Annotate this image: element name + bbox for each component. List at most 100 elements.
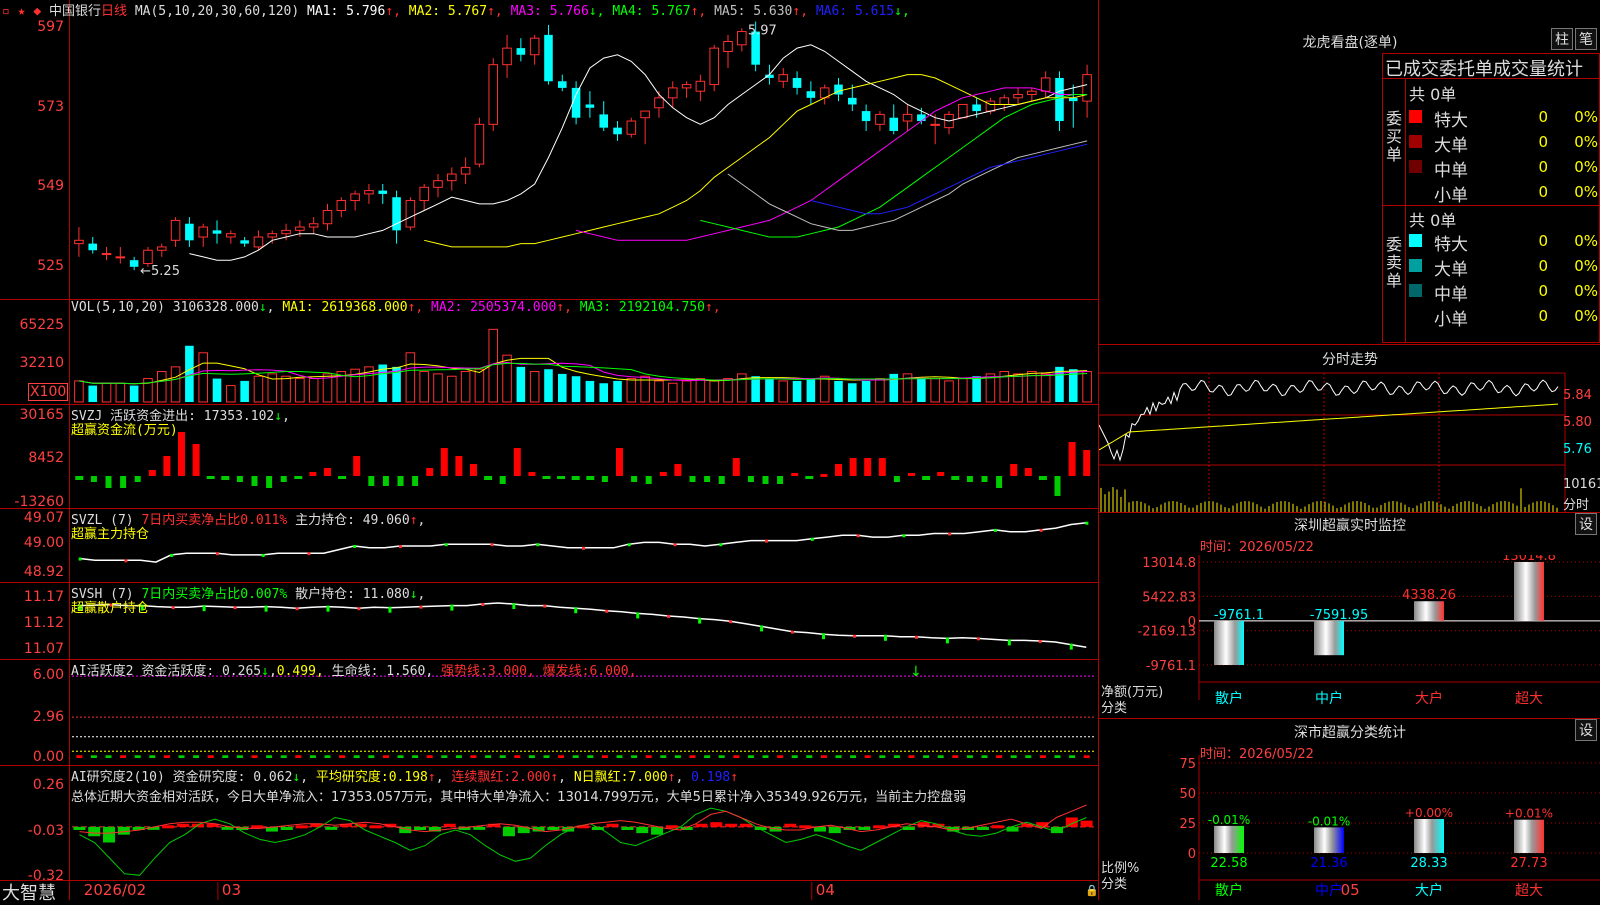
sz-class-cat-0: 散户 xyxy=(1215,882,1243,899)
ai-active-bar xyxy=(616,755,623,758)
sz-monitor-tick-1: 5422.83 xyxy=(1142,590,1196,605)
candle-body xyxy=(198,226,208,238)
candle-body xyxy=(378,190,388,194)
ai-active-bar xyxy=(791,755,798,758)
svzj-bar xyxy=(805,476,814,479)
vol-bar xyxy=(1013,373,1023,403)
ai-active-bar xyxy=(266,755,273,758)
ai-active-bar xyxy=(762,755,769,758)
ai-research-header: AI研究度2(10) 资金研究度: 0.062↓, 平均研究度:0.198↑, … xyxy=(71,770,739,785)
ai-research-bar xyxy=(1080,820,1093,827)
svsh-marker xyxy=(202,605,206,612)
svzj-bar xyxy=(163,456,171,476)
sz-monitor-chart: 13014.85422.830-2169.13-9761.1-9761.1散户-… xyxy=(1138,555,1600,707)
svsh-marker xyxy=(1038,639,1042,643)
vol-bar xyxy=(834,380,843,402)
svzj-bar xyxy=(192,444,200,476)
vol-arrow: ↓ xyxy=(258,300,267,315)
sz-monitor-bar-2 xyxy=(1414,601,1444,621)
sz-monitor-cat-0: 散户 xyxy=(1215,690,1243,707)
ai-active-title: AI活跃度2 xyxy=(71,664,134,679)
candle-body xyxy=(1040,77,1051,92)
ai-active-bar xyxy=(704,755,711,758)
svzj-bar xyxy=(499,476,506,484)
candle-body xyxy=(308,223,319,228)
candle-body xyxy=(267,233,278,238)
column-view-button[interactable]: 柱 xyxy=(1551,28,1573,50)
sz-monitor-title: 深圳超赢实时监控 xyxy=(1294,518,1406,534)
corner-marker-icon[interactable]: ▫ xyxy=(2,4,10,19)
candle-body xyxy=(170,219,181,241)
vol-bar xyxy=(198,352,208,403)
ai-active-value1: 0.265 xyxy=(221,664,262,679)
candle-body xyxy=(129,260,139,267)
svzj-bar xyxy=(134,476,141,482)
ai-active-bar xyxy=(996,755,1003,758)
pen-view-button[interactable]: 笔 xyxy=(1575,28,1597,50)
svzj-bar xyxy=(1038,476,1047,480)
ai-research-bar xyxy=(873,825,886,829)
svzj-arrow: ↓ xyxy=(274,409,283,424)
ai-active-label3: 生命线: xyxy=(331,664,379,679)
svzl-marker xyxy=(1039,528,1043,532)
ai-active-signal-arrow: ↓ xyxy=(910,664,922,680)
ai-research-arrow3: ↑ xyxy=(550,770,559,785)
vol-bar xyxy=(709,380,719,403)
ai-active-bar xyxy=(368,755,375,758)
svzl-marker xyxy=(215,552,219,556)
candle-body xyxy=(917,114,926,122)
candle-body xyxy=(281,229,291,235)
stock-name[interactable]: 中国银行 xyxy=(49,4,101,19)
ma-arrow-4: ↑, xyxy=(690,4,715,19)
ai-active-bar xyxy=(689,755,696,758)
ai-active-bar xyxy=(543,755,550,758)
candle-body xyxy=(322,209,333,225)
sell-row-pct-1: 0% xyxy=(1574,257,1598,275)
svzj-bar xyxy=(120,476,127,488)
ai-research-arrow2: ↑ xyxy=(427,770,436,785)
ai-active-bar xyxy=(937,755,944,758)
sz-class-bar-2 xyxy=(1414,819,1444,853)
sz-monitor-bar-1 xyxy=(1314,620,1344,656)
star-icon[interactable]: ★ xyxy=(18,4,26,19)
vol-bar xyxy=(889,373,899,402)
candle-body xyxy=(460,166,471,175)
brand-label[interactable]: 大智慧 xyxy=(2,879,56,905)
svzl-marker xyxy=(719,543,723,547)
svzj-bar xyxy=(791,473,799,476)
svzj-bar xyxy=(338,476,347,479)
ai-active-bar xyxy=(733,755,740,758)
sz-monitor-settings-button[interactable]: 设 xyxy=(1575,513,1597,535)
candle-body xyxy=(806,91,816,98)
candle-body xyxy=(889,117,899,131)
vol-bar xyxy=(626,378,637,403)
vol-bar xyxy=(156,371,167,403)
vol-bar xyxy=(778,380,789,403)
ai-research-bar xyxy=(73,826,86,830)
candle-body xyxy=(695,80,706,92)
ai-active-bar xyxy=(718,755,725,758)
ai-research-bar xyxy=(636,826,649,834)
intraday-vol-label: 分时 xyxy=(1563,498,1590,513)
intraday-title: 分时走势 xyxy=(1322,352,1378,368)
ma-arrow-2: ↑, xyxy=(487,4,511,19)
vol-bar xyxy=(806,378,816,402)
vol-bar xyxy=(695,378,706,403)
svsh-marker xyxy=(698,617,702,624)
svsh-marker xyxy=(1069,643,1073,650)
ai-active-bar xyxy=(1054,755,1061,758)
ai-active-bar xyxy=(280,755,287,758)
period-label[interactable]: 日线 xyxy=(101,4,127,19)
vol-bar xyxy=(875,378,885,403)
vol-bar xyxy=(917,378,926,402)
lock-icon[interactable]: 🔒 xyxy=(1085,884,1099,897)
ai-research-label3: 连续飘红: xyxy=(451,770,512,785)
vol-bar xyxy=(571,376,581,402)
vol-ma-arrow-1: ↑, xyxy=(407,300,432,315)
ai-active-bar xyxy=(864,755,871,758)
sz-class-value-1: 21.36 xyxy=(1310,856,1347,871)
sz-class-settings-button[interactable]: 设 xyxy=(1575,719,1597,741)
vol-bar xyxy=(240,380,249,402)
ai-research-bar xyxy=(325,826,338,830)
ai-research-label1: 资金研究度: xyxy=(172,770,246,785)
